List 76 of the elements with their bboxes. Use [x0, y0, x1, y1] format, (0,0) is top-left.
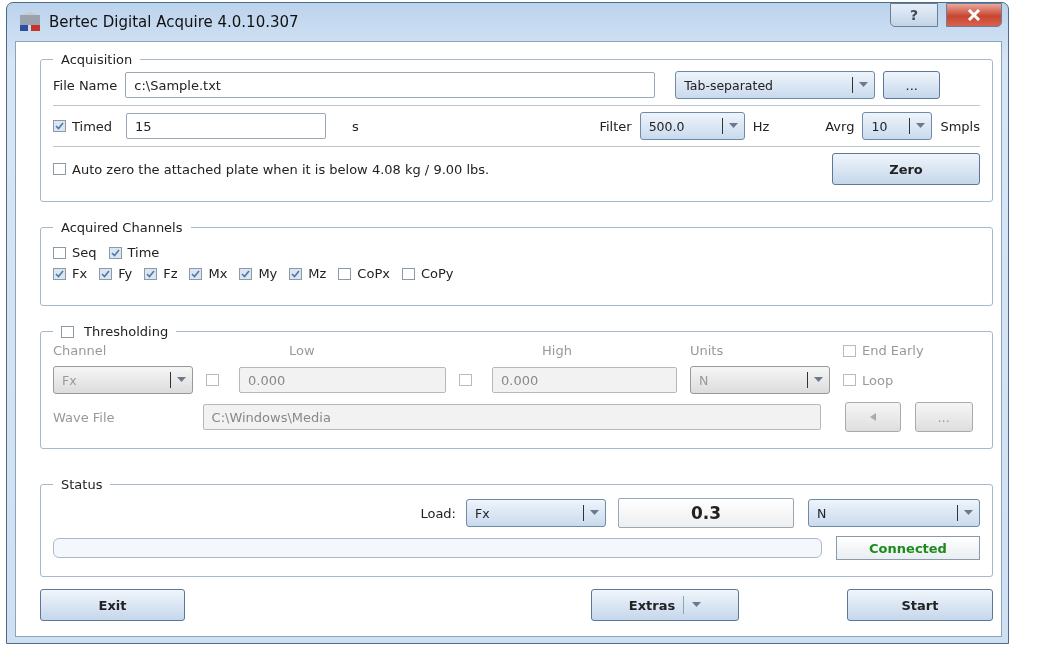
zero-button[interactable]: Zero — [832, 153, 980, 185]
checkbox-label: Fy — [118, 266, 133, 281]
unit-label: Smpls — [940, 118, 980, 134]
checkbox-label: My — [258, 266, 278, 281]
checkbox-label: Time — [127, 245, 160, 260]
checkbox[interactable] — [239, 267, 253, 280]
caret-icon — [814, 377, 823, 383]
checkbox-label: Seq — [72, 245, 97, 260]
checkbox-label: Timed — [72, 118, 113, 134]
checkbox-label: Fx — [72, 266, 88, 281]
close-icon — [967, 9, 981, 21]
caret-icon — [177, 377, 186, 383]
start-button[interactable]: Start — [847, 589, 993, 621]
checkbox-label: CoPy — [420, 266, 454, 281]
help-button[interactable]: ? — [890, 3, 938, 27]
window-title: Bertec Digital Acquire 4.0.10.307 — [49, 13, 300, 31]
caret-icon — [728, 123, 738, 129]
checkbox[interactable] — [144, 267, 158, 280]
unit-label: s — [352, 118, 359, 134]
field-label: Load: — [420, 505, 456, 521]
checkbox-label: Mz — [308, 266, 327, 281]
checkbox[interactable] — [53, 120, 66, 132]
browse-button[interactable]: ... — [883, 71, 941, 99]
dropdown[interactable]: 500.0 — [639, 112, 745, 140]
caret-icon — [590, 510, 599, 516]
dropdown[interactable]: Tab-separated — [675, 71, 876, 99]
checkbox-label: End Early — [862, 343, 924, 358]
checkbox[interactable] — [401, 267, 415, 280]
file-name-field[interactable]: c:\Sample.txt — [125, 72, 656, 98]
caret-icon — [859, 82, 869, 88]
column-label: High — [542, 343, 572, 358]
group-title: Acquisition — [61, 52, 133, 67]
checkbox-label: Loop — [862, 372, 894, 388]
duration-field[interactable]: 15 — [126, 113, 327, 139]
dropdown[interactable]: N — [808, 499, 980, 527]
checkbox[interactable] — [459, 374, 472, 386]
checkbox[interactable] — [843, 374, 856, 386]
play-button[interactable] — [844, 402, 901, 432]
left-triangle-icon — [869, 413, 876, 421]
checkbox-label: Auto zero the attached plate when it is below 4.08 kg / 9.00 lbs. — [72, 161, 490, 177]
extras-button[interactable]: Extras — [591, 589, 739, 621]
checkbox[interactable] — [61, 325, 74, 338]
close-button[interactable] — [946, 3, 1002, 27]
checkbox[interactable] — [99, 267, 113, 280]
column-label: Low — [289, 343, 315, 358]
checkbox[interactable] — [338, 267, 352, 280]
field-label: Avrg — [825, 118, 855, 134]
checkbox[interactable] — [53, 267, 66, 280]
field-label: Wave File — [53, 409, 115, 425]
field-label: File Name — [53, 77, 118, 93]
column-label: Channel — [53, 343, 108, 358]
checkbox-label: Mx — [208, 266, 228, 281]
checkbox[interactable] — [289, 267, 303, 280]
group-title: Acquired Channels — [61, 220, 183, 235]
field-label: Filter — [599, 118, 632, 134]
load-value: 0.3 — [618, 498, 794, 528]
checkbox[interactable] — [53, 246, 66, 259]
dropdown[interactable]: 10 — [862, 112, 933, 140]
dropdown[interactable]: Fx — [466, 499, 606, 527]
checkbox[interactable] — [189, 267, 203, 280]
unit-label: Hz — [752, 118, 770, 134]
group-title: Status — [61, 477, 103, 492]
checkbox[interactable] — [843, 344, 856, 357]
checkbox-label: Fz — [163, 266, 178, 281]
connection-status: Connected — [836, 536, 980, 560]
checkbox-label: CoPx — [357, 266, 390, 281]
group-title: Thresholding — [84, 324, 169, 339]
checkbox[interactable] — [206, 374, 219, 386]
checkbox[interactable] — [53, 163, 66, 175]
caret-icon — [916, 123, 926, 129]
checkbox[interactable] — [108, 246, 122, 259]
caret-icon — [692, 602, 702, 608]
app-icon — [19, 12, 41, 32]
column-label: Units — [690, 343, 725, 358]
caret-icon — [964, 510, 973, 516]
exit-button[interactable]: Exit — [40, 589, 185, 621]
